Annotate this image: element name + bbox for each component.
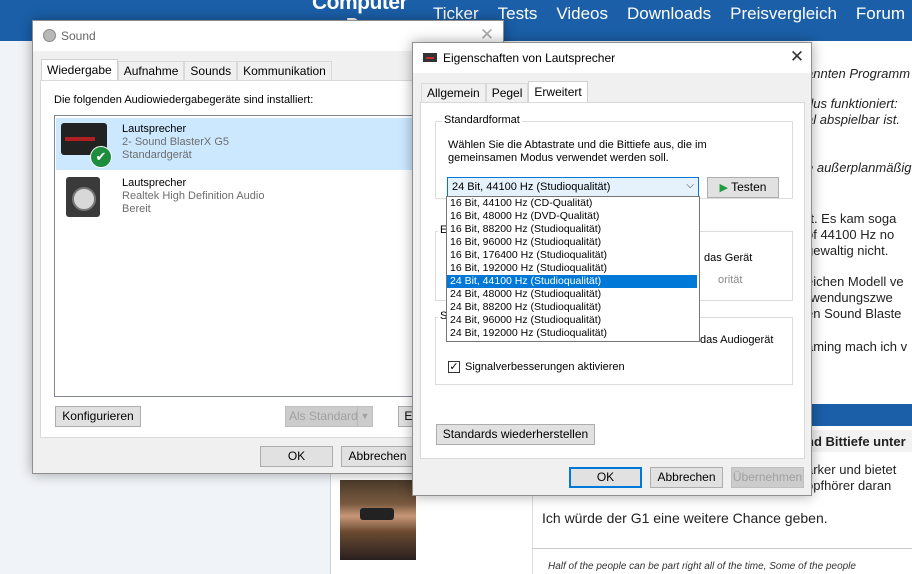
- logo-line-1: Computer: [312, 0, 408, 14]
- format-dropdown-list: 16 Bit, 44100 Hz (CD-Qualität) 16 Bit, 4…: [446, 196, 700, 342]
- format-option[interactable]: 24 Bit, 88200 Hz (Studioqualität): [447, 301, 697, 314]
- post-fragment: aming mach ich v: [806, 339, 908, 354]
- post-fragment: rwendungszwe: [806, 290, 893, 305]
- apply-button[interactable]: Übernehmen: [731, 467, 804, 488]
- tab-kommunikation[interactable]: Kommunikation: [237, 61, 332, 81]
- speaker-icon: [66, 177, 100, 217]
- post-fragment: opfhörer daran: [806, 478, 892, 493]
- tab-wiedergabe[interactable]: Wiedergabe: [41, 59, 118, 81]
- quote-title: nd Bittiefe unter: [806, 434, 906, 449]
- restore-defaults-button[interactable]: Standards wiederherstellen: [436, 424, 595, 445]
- format-option[interactable]: 16 Bit, 176400 Hz (Studioqualität): [447, 249, 697, 262]
- format-option[interactable]: 16 Bit, 48000 Hz (DVD-Qualität): [447, 210, 697, 223]
- format-option[interactable]: 16 Bit, 88200 Hz (Studioqualität): [447, 223, 697, 236]
- format-description-2: gemeinsamen Modus verwendet werden soll.: [448, 152, 669, 164]
- post-fragment: gewaltig nicht.: [806, 243, 889, 258]
- nav-downloads[interactable]: Downloads: [627, 4, 711, 24]
- post-fragment: of 44100 Hz no: [806, 227, 895, 242]
- device-list-instruction: Die folgenden Audiowiedergabegeräte sind…: [54, 94, 314, 106]
- device-status: Bereit: [122, 203, 151, 215]
- user-avatar[interactable]: [340, 480, 416, 560]
- post-text: Ich würde der G1 eine weitere Chance geb…: [542, 510, 828, 526]
- play-icon: ▶: [719, 182, 728, 194]
- enhancements-label: Signalverbesserungen aktivieren: [465, 361, 625, 373]
- set-default-label: Als Standard: [289, 409, 358, 423]
- sound-tabs: Wiedergabe Aufnahme Sounds Kommunikation: [41, 59, 332, 81]
- format-description-1: Wählen Sie die Abtastrate und die Bittie…: [448, 139, 707, 151]
- site-nav-items: Ticker Tests Videos Downloads Preisvergl…: [433, 4, 912, 24]
- enhancement-description: das Audiogerät: [700, 334, 774, 346]
- post-fragment: al abspielbar ist.: [806, 112, 900, 127]
- nav-videos[interactable]: Videos: [556, 4, 608, 24]
- post-fragment: en Sound Blaste: [806, 306, 902, 321]
- default-format-label: Standardformat: [442, 114, 522, 126]
- tab-sounds[interactable]: Sounds: [184, 61, 238, 81]
- tab-erweitert[interactable]: Erweitert: [528, 81, 588, 103]
- device-driver: Realtek High Definition Audio: [122, 190, 265, 202]
- exclusive-option-2: orität: [718, 274, 743, 286]
- close-icon[interactable]: ✕: [787, 47, 807, 67]
- sound-cancel-button[interactable]: Abbrechen: [341, 446, 414, 467]
- nav-forum[interactable]: Forum: [856, 4, 905, 24]
- sound-title: Sound: [61, 29, 96, 43]
- properties-tabs: Allgemein Pegel Erweitert: [421, 81, 588, 103]
- format-select-value: 24 Bit, 44100 Hz (Studioqualität): [452, 181, 611, 193]
- format-option[interactable]: 16 Bit, 192000 Hz (Studioqualität): [447, 262, 697, 275]
- device-name: Lautsprecher: [122, 123, 187, 135]
- device-row-soundblaster[interactable]: ✔ Lautsprecher 2- Sound BlasterX G5 Stan…: [56, 118, 416, 170]
- chevron-down-icon: ▼: [357, 407, 372, 426]
- format-option[interactable]: 16 Bit, 96000 Hz (Studioqualität): [447, 236, 697, 249]
- tab-aufnahme[interactable]: Aufnahme: [117, 61, 185, 81]
- format-option[interactable]: 24 Bit, 48000 Hz (Studioqualität): [447, 288, 697, 301]
- sound-app-icon: [43, 29, 56, 42]
- sound-ok-button[interactable]: OK: [260, 446, 333, 467]
- post-header-bar: [806, 404, 912, 426]
- signature-divider: [532, 548, 912, 549]
- exclusive-option-1: das Gerät: [704, 252, 753, 264]
- chevron-down-icon: ⌵: [686, 180, 694, 191]
- configure-button[interactable]: Konfigurieren: [55, 406, 141, 427]
- test-button[interactable]: ▶ Testen: [707, 177, 779, 198]
- post-fragment: rt. Es kam soga: [806, 211, 897, 226]
- device-status: Standardgerät: [122, 149, 192, 161]
- post-fragment: e außerplanmäßig: [806, 160, 912, 175]
- device-row-realtek[interactable]: Lautsprecher Realtek High Definition Aud…: [56, 172, 416, 224]
- nav-preisvergleich[interactable]: Preisvergleich: [730, 4, 837, 24]
- default-check-icon: ✔: [90, 146, 112, 168]
- format-option[interactable]: 24 Bit, 96000 Hz (Studioqualität): [447, 314, 697, 327]
- speaker-app-icon: [423, 53, 437, 62]
- tab-pegel[interactable]: Pegel: [485, 83, 529, 103]
- properties-titlebar[interactable]: Eigenschaften von Lautsprecher ✕: [413, 43, 811, 73]
- device-driver: 2- Sound BlasterX G5: [122, 136, 230, 148]
- enhancements-checkbox[interactable]: ✓: [448, 361, 460, 373]
- post-fragment: annten Programm: [806, 66, 911, 81]
- post-signature: Half of the people can be part right all…: [548, 561, 856, 572]
- test-button-label: Testen: [731, 180, 767, 194]
- post-fragment: eichen Modell ve: [806, 274, 904, 289]
- tab-allgemein[interactable]: Allgemein: [421, 83, 486, 103]
- properties-ok-button[interactable]: OK: [569, 467, 642, 488]
- format-option[interactable]: 24 Bit, 192000 Hz (Studioqualität): [447, 327, 697, 340]
- device-name: Lautsprecher: [122, 177, 187, 189]
- set-default-button[interactable]: Als Standard ▼: [285, 406, 373, 427]
- post-fragment: ärker und bietet: [806, 462, 897, 477]
- properties-title: Eigenschaften von Lautsprecher: [443, 51, 616, 65]
- format-select[interactable]: 24 Bit, 44100 Hz (Studioqualität) ⌵: [447, 177, 699, 198]
- format-option-selected[interactable]: 24 Bit, 44100 Hz (Studioqualität): [447, 275, 697, 288]
- format-option[interactable]: 16 Bit, 44100 Hz (CD-Qualität): [447, 197, 697, 210]
- post-fragment: dus funktioniert:: [806, 96, 898, 111]
- properties-cancel-button[interactable]: Abbrechen: [650, 467, 723, 488]
